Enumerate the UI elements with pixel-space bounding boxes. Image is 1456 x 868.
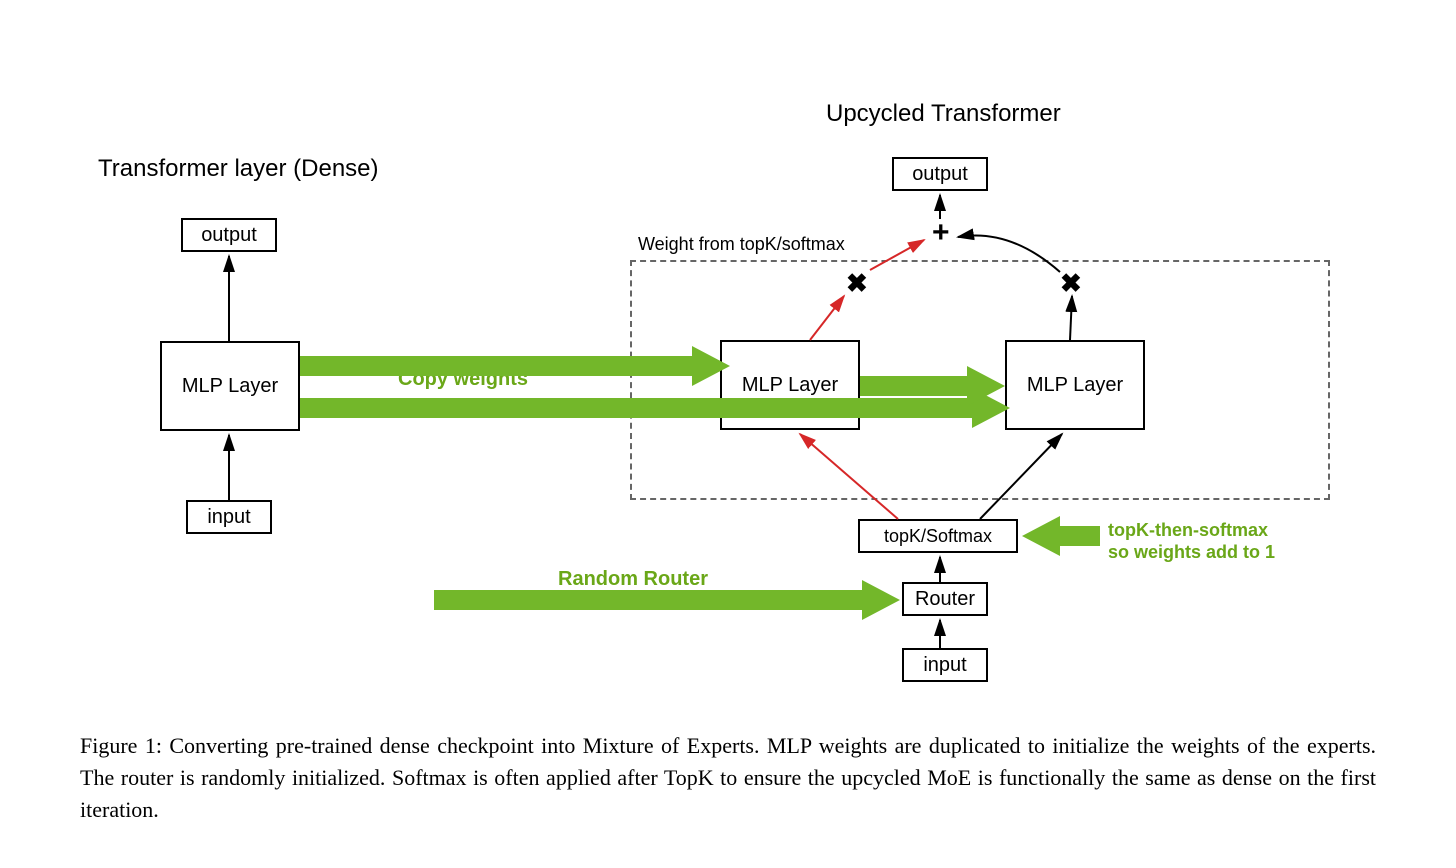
box-right-mlp-2: MLP Layer <box>1005 340 1145 430</box>
label-weight-topk: Weight from topK/softmax <box>638 234 845 255</box>
plus-icon: + <box>932 216 950 250</box>
multiply-icon-1: ✖ <box>846 268 868 299</box>
box-left-input: input <box>186 500 272 534</box>
note-topk-then-softmax: topK-then-softmax so weights add to 1 <box>1108 520 1275 563</box>
box-left-output: output <box>181 218 277 252</box>
box-right-output: output <box>892 157 988 191</box>
note-line-2: so weights add to 1 <box>1108 542 1275 562</box>
label-copy-weights: Copy weights <box>398 368 528 391</box>
figure-caption: Figure 1: Converting pre-trained dense c… <box>80 730 1376 826</box>
box-left-mlp: MLP Layer <box>160 341 300 431</box>
box-right-mlp-1: MLP Layer <box>720 340 860 430</box>
diagram-canvas: Transformer layer (Dense) Upcycled Trans… <box>0 0 1456 868</box>
label-random-router: Random Router <box>558 568 708 591</box>
box-right-input: input <box>902 648 988 682</box>
title-upcycled: Upcycled Transformer <box>826 100 1061 128</box>
green-arrow-topk-note <box>1022 516 1100 556</box>
multiply-icon-2: ✖ <box>1060 268 1082 299</box>
note-line-1: topK-then-softmax <box>1108 520 1268 540</box>
box-router: Router <box>902 582 988 616</box>
box-topk-softmax: topK/Softmax <box>858 519 1018 553</box>
title-dense: Transformer layer (Dense) <box>98 155 379 183</box>
